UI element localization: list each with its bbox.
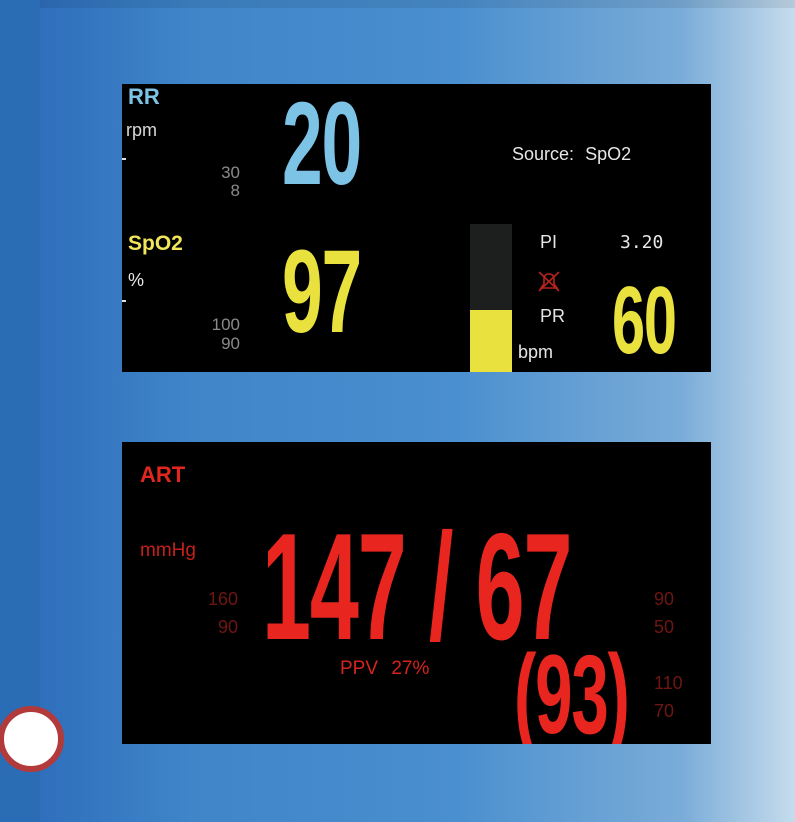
rr-alarm-low: 8 — [230, 181, 240, 200]
art-sys-alarm-low: 90 — [217, 617, 238, 637]
pi-label: PI — [540, 232, 558, 252]
art-dia-alarm-high: 90 — [654, 589, 675, 609]
source-label: Source: — [512, 144, 575, 164]
rr-alarm-high: 30 — [221, 163, 240, 182]
pi-value: 3.20 — [620, 232, 664, 253]
pr-value: 60 — [612, 266, 711, 372]
rr-source: Source: SpO2 — [512, 144, 631, 165]
spo2-signal-bar — [470, 224, 512, 372]
art-unit: mmHg — [140, 540, 196, 561]
art-label: ART — [140, 462, 186, 487]
rr-value: 20 — [282, 84, 409, 212]
rr-value-text: 20 — [282, 84, 362, 210]
pr-label: PR — [540, 306, 566, 326]
pr-unit: bpm — [518, 342, 554, 362]
art-mean-text: (93) — [514, 632, 630, 744]
spo2-value: 97 — [282, 224, 409, 360]
source-value: SpO2 — [585, 144, 632, 164]
arterial-pressure-screen: ART mmHg 160 90 147 / 67 90 50 PPV 27% (… — [122, 442, 711, 744]
spo2-scale-tick — [122, 300, 126, 302]
rr-scale-tick — [122, 158, 126, 160]
rr-label: RR — [128, 84, 160, 109]
spo2-label: SpO2 — [128, 232, 183, 255]
left-blue-strip — [0, 0, 40, 822]
pr-value-text: 60 — [612, 267, 677, 372]
spo2-signal-bar-fill — [470, 309, 512, 372]
alarm-off-bell-icon — [538, 271, 560, 292]
spo2-unit: % — [128, 270, 145, 290]
spo2-alarm-high: 100 — [211, 315, 240, 334]
ppv-readout: PPV 27% — [340, 658, 429, 680]
ppv-value: 27% — [391, 658, 430, 679]
art-mean-alarm-high: 110 — [654, 673, 683, 693]
rr-unit: rpm — [126, 120, 157, 140]
vital-signs-screen-top: RR rpm 30 8 20 Source: SpO2 SpO2 % 100 9… — [122, 84, 711, 372]
art-mean-alarm-low: 70 — [654, 701, 675, 721]
art-sys-alarm-high: 160 — [207, 589, 238, 609]
spo2-alarm-low: 90 — [221, 334, 240, 353]
corner-circle-marker — [0, 706, 64, 772]
ppv-label: PPV — [340, 658, 379, 679]
spo2-value-text: 97 — [282, 226, 362, 358]
